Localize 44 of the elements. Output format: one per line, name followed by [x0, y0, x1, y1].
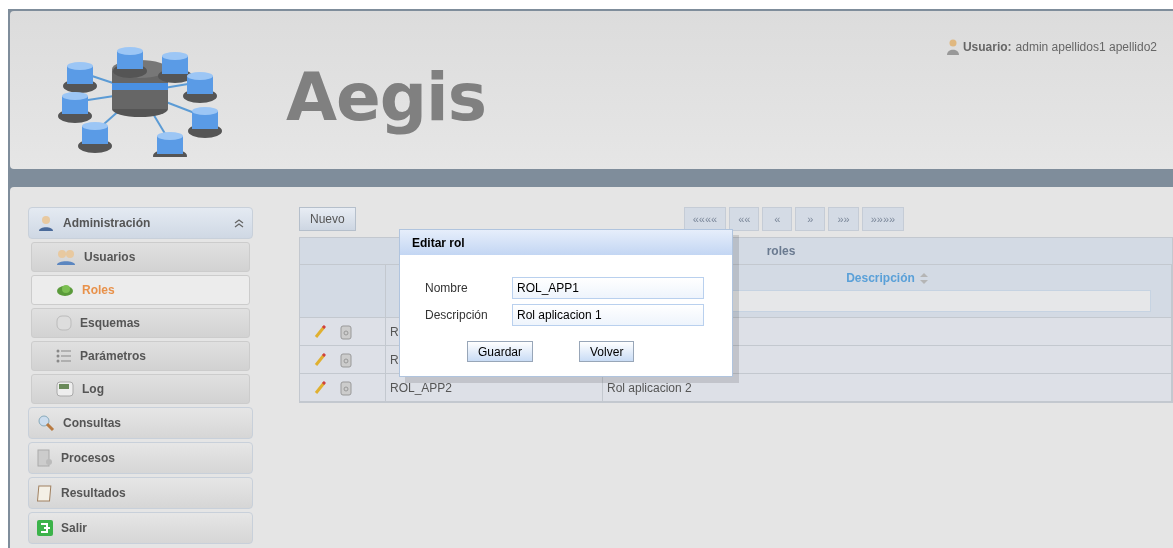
app-title: Aegis: [286, 59, 486, 136]
magnifier-icon: [37, 414, 55, 432]
sort-icon: [919, 272, 928, 284]
pencil-icon: [314, 380, 326, 395]
pager-button[interactable]: »»: [828, 207, 859, 231]
sidebar-section[interactable]: Resultados: [28, 477, 253, 509]
sidebar-section[interactable]: Procesos: [28, 442, 253, 474]
new-button[interactable]: Nuevo: [299, 207, 356, 231]
sidebar-section[interactable]: Administración: [28, 207, 253, 239]
trash-icon: [340, 351, 352, 368]
person-icon: [37, 214, 55, 232]
field-label: Nombre: [425, 281, 469, 295]
sidebar-item[interactable]: Parámetros: [31, 341, 250, 371]
pager-button[interactable]: ««: [729, 207, 760, 231]
user-icon: [946, 39, 959, 55]
trash-icon: [340, 323, 352, 340]
sidebar-item[interactable]: Log: [31, 374, 250, 404]
clipboard-icon: [37, 484, 53, 502]
trash-icon: [340, 379, 352, 396]
server-icon: [37, 449, 53, 467]
sidebar-section[interactable]: Consultas: [28, 407, 253, 439]
list-icon: [56, 349, 72, 363]
database-icon: [56, 314, 72, 332]
user-label: Usuario:: [962, 40, 1012, 54]
user-name: admin apellidos1 apellido2: [1015, 40, 1157, 54]
pencil-icon: [314, 324, 326, 339]
pager-button[interactable]: ««««: [683, 207, 727, 231]
monitor-icon: [56, 381, 74, 397]
hat-icon: [56, 283, 74, 297]
exit-icon: [37, 520, 53, 536]
field-label: Descripción: [425, 308, 489, 322]
dialog-button[interactable]: Volver: [579, 341, 635, 362]
pager-button[interactable]: »: [795, 207, 826, 231]
sidebar-item[interactable]: Esquemas: [31, 308, 250, 338]
sidebar-item[interactable]: Usuarios: [31, 242, 250, 272]
pager-button[interactable]: «: [762, 207, 793, 231]
text-field[interactable]: ROL_APP1: [512, 277, 704, 299]
dialog-button[interactable]: Guardar: [467, 341, 534, 362]
sidebar-section[interactable]: Salir: [28, 512, 253, 544]
text-field[interactable]: Rol aplicacion 1: [512, 304, 704, 326]
pencil-icon: [314, 352, 326, 367]
people-icon: [56, 249, 76, 265]
collapse-icon: [234, 218, 244, 228]
dialog-title: Editar rol: [400, 230, 732, 255]
